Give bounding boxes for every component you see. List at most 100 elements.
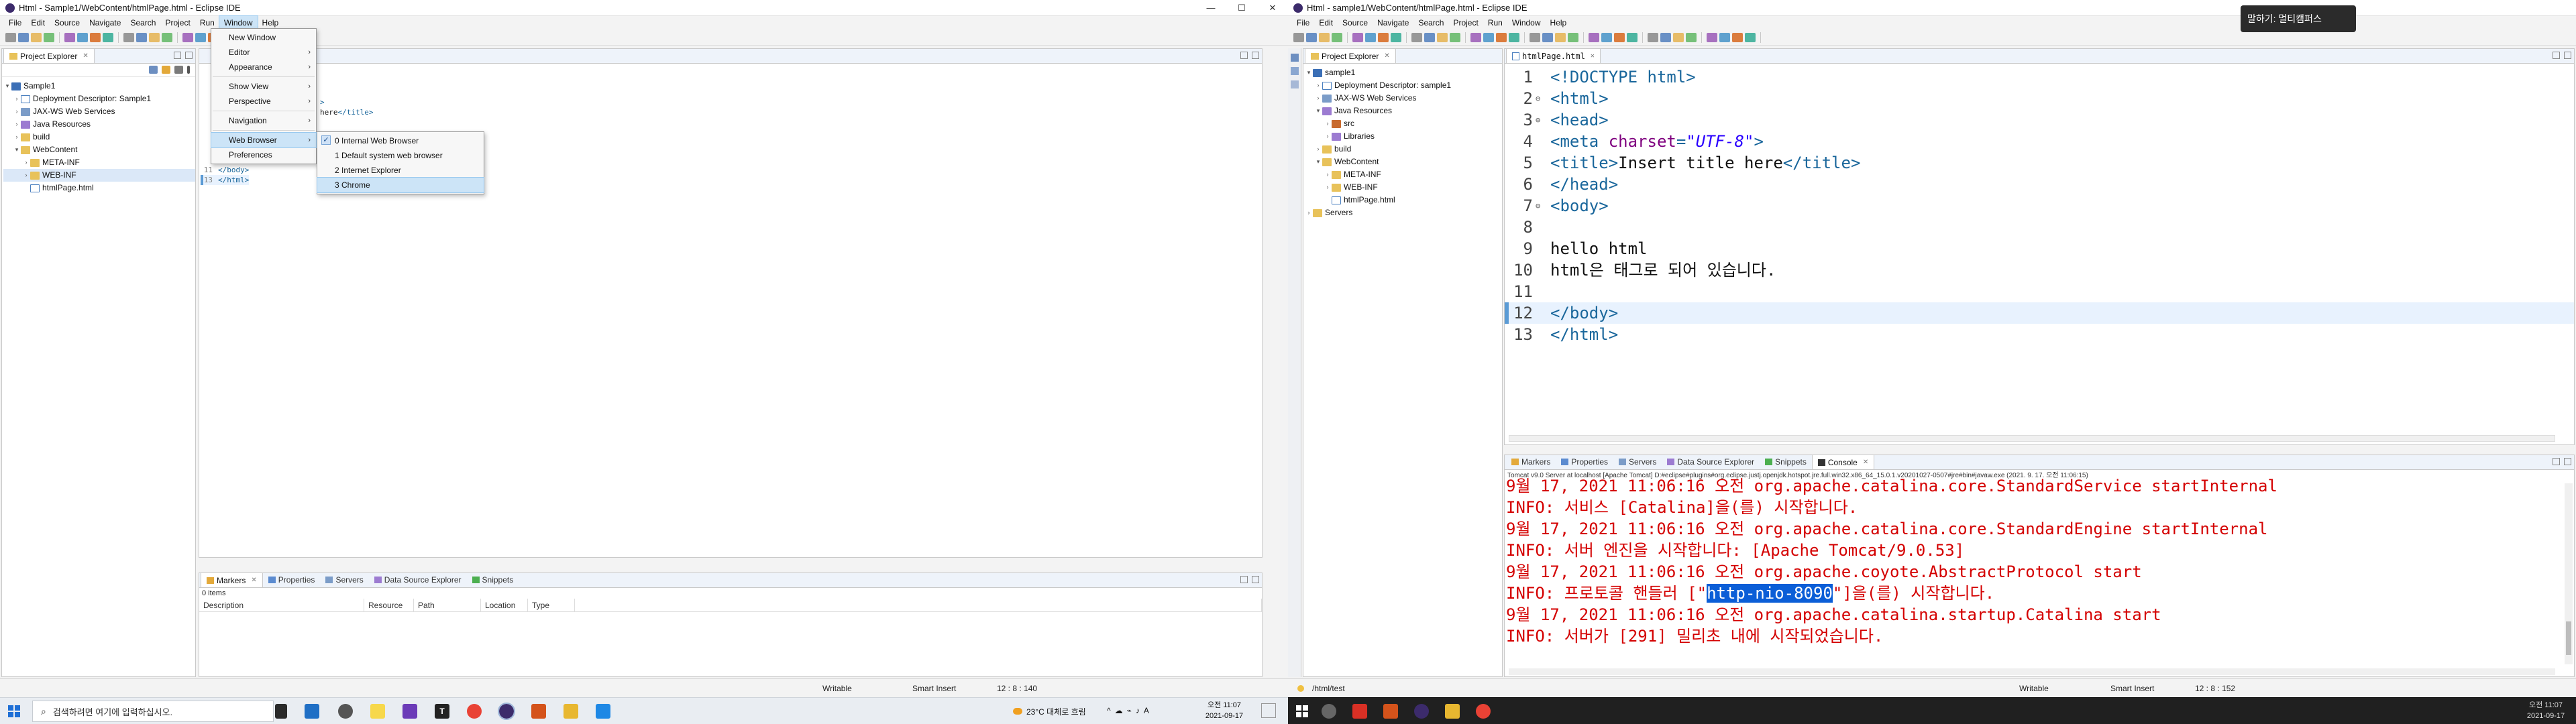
expand-arrow-icon[interactable]: › bbox=[22, 156, 30, 169]
tab-markers[interactable]: Markers ✕ bbox=[201, 573, 263, 587]
expand-arrow-icon[interactable]: › bbox=[1314, 92, 1322, 105]
menu-item-web-browser[interactable]: Web Browser › bbox=[211, 132, 317, 148]
toolbar-button-icon[interactable] bbox=[1542, 32, 1553, 42]
tree-item-htmlpage-html[interactable]: htmlPage.html bbox=[3, 182, 195, 194]
tab-console[interactable]: Console ✕ bbox=[1811, 455, 1875, 469]
maximize-view-icon[interactable] bbox=[1252, 576, 1259, 583]
column-header-type[interactable]: Type bbox=[528, 599, 575, 611]
menu-run[interactable]: Run bbox=[1483, 16, 1507, 29]
toolbar-button-icon[interactable] bbox=[123, 32, 134, 42]
expand-arrow-icon[interactable]: › bbox=[1305, 206, 1313, 219]
tree-item-deployment-descriptor-sample1[interactable]: › Deployment Descriptor: Sample1 bbox=[3, 93, 195, 105]
toolbar-button-icon[interactable] bbox=[1555, 32, 1566, 42]
expand-arrow-icon[interactable]: › bbox=[22, 169, 30, 182]
minimize-view-icon[interactable] bbox=[1240, 576, 1248, 583]
tree-item-sample1[interactable]: ▾ Sample1 bbox=[3, 80, 195, 93]
expand-arrow-icon[interactable]: › bbox=[13, 118, 21, 131]
expand-arrow-icon[interactable]: ▾ bbox=[13, 143, 21, 156]
maximize-view-icon[interactable] bbox=[185, 52, 193, 59]
maximize-editor-icon[interactable] bbox=[2564, 52, 2571, 59]
toolbar-button-icon[interactable] bbox=[182, 32, 193, 42]
horizontal-scrollbar[interactable] bbox=[1509, 435, 2555, 442]
tree-item-java-resources[interactable]: ▾ Java Resources bbox=[1305, 105, 1502, 117]
tree-item-htmlpage-html[interactable]: htmlPage.html bbox=[1305, 194, 1502, 206]
tree-item-web-inf[interactable]: › WEB-INF bbox=[1305, 181, 1502, 194]
menu-edit[interactable]: Edit bbox=[1314, 16, 1338, 29]
toolbar-button-icon[interactable] bbox=[1648, 32, 1658, 42]
expand-arrow-icon[interactable]: ▾ bbox=[3, 80, 11, 93]
menu-source[interactable]: Source bbox=[50, 16, 85, 29]
tab-servers[interactable]: Servers bbox=[320, 573, 368, 587]
menu-item-navigation[interactable]: Navigation › bbox=[211, 113, 316, 128]
toolbar-button-icon[interactable] bbox=[1627, 32, 1638, 42]
tab-markers[interactable]: Markers bbox=[1506, 455, 1556, 469]
ide-app-icon[interactable] bbox=[402, 704, 417, 719]
filter-icon[interactable] bbox=[174, 66, 183, 74]
menu-search[interactable]: Search bbox=[1413, 16, 1448, 29]
close-editor-icon[interactable]: ✕ bbox=[1591, 52, 1595, 60]
menu-project[interactable]: Project bbox=[1448, 16, 1483, 29]
menu-project[interactable]: Project bbox=[160, 16, 195, 29]
minimize-view-icon[interactable] bbox=[174, 52, 181, 59]
network-icon[interactable]: ⌁ bbox=[1127, 706, 1136, 715]
scroll-thumb[interactable] bbox=[2566, 621, 2571, 655]
toolbar-button-icon[interactable] bbox=[1707, 32, 1717, 42]
toolbar-button-icon[interactable] bbox=[1496, 32, 1507, 42]
menu-item-0-internal-web-browser[interactable]: ✓ 0 Internal Web Browser bbox=[317, 133, 484, 148]
notification-icon[interactable] bbox=[1261, 703, 1276, 718]
close-button[interactable]: ✕ bbox=[1257, 0, 1288, 16]
toolbar-button-icon[interactable] bbox=[1686, 32, 1697, 42]
menu-help[interactable]: Help bbox=[1546, 16, 1572, 29]
toolbar-button-icon[interactable] bbox=[1293, 32, 1304, 42]
menu-item-new-window[interactable]: New Window bbox=[211, 30, 316, 45]
column-header-description[interactable]: Description bbox=[199, 599, 364, 611]
clock[interactable]: 오전 11:07 2021-09-17 bbox=[1201, 700, 1248, 721]
expand-arrow-icon[interactable]: › bbox=[13, 131, 21, 143]
toolbar-button-icon[interactable] bbox=[31, 32, 42, 42]
typora-icon[interactable]: T bbox=[435, 704, 449, 719]
taskbar-search-input[interactable]: ⌕ 검색하려면 여기에 입력하십시오. bbox=[32, 701, 274, 722]
tree-item-webcontent[interactable]: ▾ WebContent bbox=[1305, 156, 1502, 168]
fold-toggle-icon[interactable]: ⊖ bbox=[1536, 109, 1546, 131]
chrome-icon[interactable] bbox=[1476, 704, 1491, 719]
toolbar-button-icon[interactable] bbox=[1391, 32, 1401, 42]
expand-arrow-icon[interactable]: › bbox=[13, 105, 21, 118]
expand-arrow-icon[interactable]: ▾ bbox=[1305, 66, 1313, 79]
tree-item-libraries[interactable]: › Libraries bbox=[1305, 130, 1502, 143]
app-icon[interactable] bbox=[596, 704, 610, 719]
tree-item-jax-ws-web-services[interactable]: › JAX-WS Web Services bbox=[1305, 92, 1502, 105]
expand-arrow-icon[interactable]: › bbox=[13, 93, 21, 105]
toolbar-button-icon[interactable] bbox=[1719, 32, 1730, 42]
horizontal-scrollbar[interactable] bbox=[1509, 668, 2555, 675]
maximize-view-icon[interactable] bbox=[2564, 458, 2571, 465]
minimize-editor-icon[interactable] bbox=[1240, 52, 1248, 59]
toolbar-button-icon[interactable] bbox=[1483, 32, 1494, 42]
close-tab-icon[interactable]: ✕ bbox=[1863, 459, 1868, 466]
tree-item-servers[interactable]: › Servers bbox=[1305, 206, 1502, 219]
toolbar-button-icon[interactable] bbox=[1589, 32, 1599, 42]
menu-file[interactable]: File bbox=[4, 16, 26, 29]
task-view-icon[interactable] bbox=[275, 704, 287, 719]
chrome-icon[interactable] bbox=[467, 704, 482, 719]
column-header-path[interactable]: Path bbox=[414, 599, 481, 611]
toolbar-button-icon[interactable] bbox=[162, 32, 172, 42]
fold-toggle-icon[interactable]: ⊖ bbox=[1536, 195, 1546, 217]
menu-navigate[interactable]: Navigate bbox=[1373, 16, 1413, 29]
expand-arrow-icon[interactable]: › bbox=[1314, 79, 1322, 92]
toolbar-button-icon[interactable] bbox=[1509, 32, 1519, 42]
minimize-button[interactable]: — bbox=[1195, 0, 1226, 16]
toolbar-button-icon[interactable] bbox=[44, 32, 54, 42]
tab-htmlpage[interactable]: htmlPage.html ✕ bbox=[1506, 49, 1601, 63]
tree-item-web-inf[interactable]: › WEB-INF bbox=[3, 169, 195, 182]
toolbar-button-icon[interactable] bbox=[1378, 32, 1389, 42]
menu-help[interactable]: Help bbox=[258, 16, 284, 29]
menu-item-appearance[interactable]: Appearance › bbox=[211, 60, 316, 74]
tree-item-build[interactable]: › build bbox=[3, 131, 195, 143]
tab-snippets[interactable]: Snippets bbox=[1760, 455, 1812, 469]
console-output[interactable]: 9월 17, 2021 11:06:16 오전 org.apache.catal… bbox=[1505, 475, 2558, 663]
toolbar-button-icon[interactable] bbox=[1365, 32, 1376, 42]
column-header-resource[interactable]: Resource bbox=[364, 599, 414, 611]
toolbar-button-icon[interactable] bbox=[1411, 32, 1422, 42]
toolbar-button-icon[interactable] bbox=[1568, 32, 1578, 42]
expand-arrow-icon[interactable]: ▾ bbox=[1314, 156, 1322, 168]
